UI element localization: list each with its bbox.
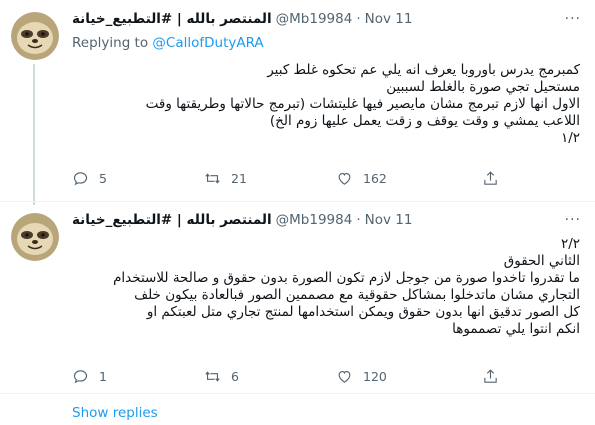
avatar[interactable] xyxy=(11,12,59,60)
handle[interactable]: @Mb19984 xyxy=(276,11,353,27)
like-button[interactable]: 162 xyxy=(336,170,387,187)
handle[interactable]: @Mb19984 xyxy=(276,212,353,228)
tweet-line: الاول انها لازم تبرمج مشان مايصير فيها غ… xyxy=(145,96,580,112)
reply-button[interactable]: 1 xyxy=(72,368,107,385)
thread-line xyxy=(33,64,35,205)
replying-to-link[interactable]: @CallofDutyARA xyxy=(152,35,263,51)
retweet-button[interactable]: 21 xyxy=(204,170,247,187)
tweet-line: ما تقدروا تاخدوا صورة من جوجل لازم تكون … xyxy=(113,270,580,286)
retweet-count: 21 xyxy=(231,171,247,186)
reply-count: 1 xyxy=(99,369,107,384)
tweet-text: ٢/٢ الثاني الحقوق ما تقدروا تاخدوا صورة … xyxy=(72,236,580,338)
share-icon xyxy=(484,369,497,383)
reply-count: 5 xyxy=(99,171,107,186)
show-replies-link[interactable]: Show replies xyxy=(72,405,158,421)
display-name[interactable]: المنتصر بالله | #التطبيع_خيانة xyxy=(72,11,272,27)
reply-icon xyxy=(73,370,88,384)
divider xyxy=(0,393,595,394)
tweet-line: كل الصور تدقيق انها بدون حقوق ويمكن استخ… xyxy=(146,304,580,320)
tweet-line: ٢/٢ xyxy=(560,236,580,252)
tweet-line: مستحيل تجي صورة بالغلط لسببين xyxy=(386,79,580,95)
timestamp[interactable]: Nov 11 xyxy=(365,11,413,27)
retweet-icon xyxy=(205,173,220,184)
tweet-line: التجاري مشان ماتدخلوا بمشاكل حقوقية مع م… xyxy=(134,287,580,303)
avatar[interactable] xyxy=(11,213,59,261)
retweet-icon xyxy=(205,371,220,382)
replying-to: Replying to @CallofDutyARA xyxy=(72,35,264,51)
timestamp[interactable]: Nov 11 xyxy=(365,212,413,228)
divider xyxy=(0,201,595,202)
like-count: 120 xyxy=(363,369,387,384)
tweet-2[interactable]: المنتصر بالله | #التطبيع_خيانة @Mb19984 … xyxy=(0,205,595,395)
reply-icon xyxy=(73,172,88,186)
tweet-line: كمبرمج يدرس باوروبا يعرف انه يلي عم تحكو… xyxy=(267,62,580,78)
more-icon[interactable]: ··· xyxy=(565,212,581,228)
more-icon[interactable]: ··· xyxy=(565,11,581,27)
tweet-line: الثاني الحقوق xyxy=(503,253,580,269)
separator: · xyxy=(356,212,361,228)
share-button[interactable] xyxy=(482,368,509,385)
tweet-actions: 5 21 162 xyxy=(72,170,512,190)
like-button[interactable]: 120 xyxy=(336,368,387,385)
tweet-header: المنتصر بالله | #التطبيع_خيانة @Mb19984 … xyxy=(72,210,412,230)
share-button[interactable] xyxy=(482,170,509,187)
tweet-line: ١/٢ xyxy=(560,130,580,146)
tweet-actions: 1 6 120 xyxy=(72,368,512,388)
tweet-line: انكم انتوا يلي تصمموها xyxy=(452,321,580,337)
display-name[interactable]: المنتصر بالله | #التطبيع_خيانة xyxy=(72,212,272,228)
reply-button[interactable]: 5 xyxy=(72,170,107,187)
like-icon xyxy=(338,370,351,383)
like-count: 162 xyxy=(363,171,387,186)
tweet-1[interactable]: المنتصر بالله | #التطبيع_خيانة @Mb19984 … xyxy=(0,0,595,205)
retweet-button[interactable]: 6 xyxy=(204,368,239,385)
replying-prefix: Replying to xyxy=(72,35,153,51)
tweet-text: كمبرمج يدرس باوروبا يعرف انه يلي عم تحكو… xyxy=(72,62,580,147)
tweet-header: المنتصر بالله | #التطبيع_خيانة @Mb19984 … xyxy=(72,9,412,29)
separator: · xyxy=(356,11,361,27)
share-icon xyxy=(484,171,497,185)
like-icon xyxy=(338,172,351,185)
retweet-count: 6 xyxy=(231,369,239,384)
tweet-line: اللاعب يمشي و وقت يوقف و زقت يعمل عليها … xyxy=(269,113,580,129)
